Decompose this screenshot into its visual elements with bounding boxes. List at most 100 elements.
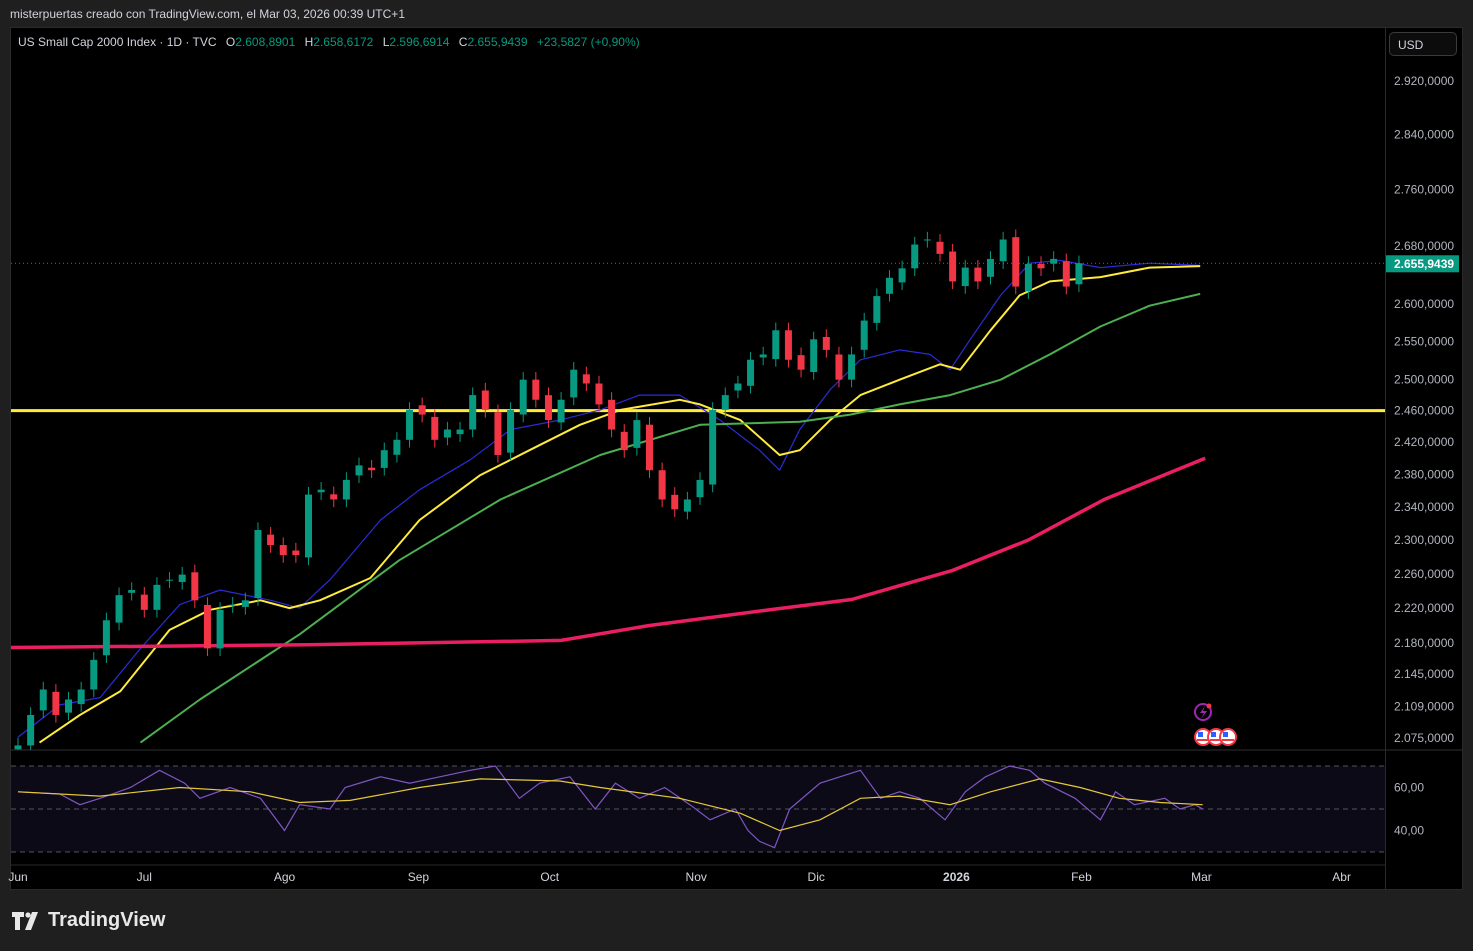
candle-body — [721, 395, 729, 410]
candle-body — [443, 429, 451, 438]
candle-body — [633, 420, 641, 448]
candle-body — [229, 604, 237, 606]
candle-body — [481, 390, 489, 410]
open-label: O — [225, 35, 236, 49]
candle-body — [923, 239, 931, 241]
open-value: 2.608,8901 — [235, 35, 296, 49]
candle-body — [595, 383, 603, 405]
close-value: 2.655,9439 — [467, 35, 528, 49]
candle-body — [292, 550, 300, 556]
time-axis-tick: Sep — [408, 870, 430, 884]
candle-body — [241, 600, 249, 607]
us-flag-canton-icon — [1198, 732, 1203, 737]
candle-body — [216, 609, 224, 649]
time-axis-tick: Dic — [808, 870, 825, 884]
ma-line-ma10 — [17, 259, 1201, 738]
candle-body — [418, 405, 426, 415]
candle-body — [254, 530, 262, 599]
price-axis-tick: 2.840,0000 — [1394, 127, 1454, 141]
price-axis-tick: 2.420,0000 — [1394, 435, 1454, 449]
candle-body — [330, 494, 338, 500]
candle-body — [557, 399, 565, 423]
candle-body — [860, 320, 868, 350]
candle-body — [191, 572, 199, 601]
time-axis-tick: Jul — [137, 870, 152, 884]
candle-body — [380, 450, 388, 468]
notification-dot-icon — [1206, 703, 1212, 709]
price-axis-tick: 2.760,0000 — [1394, 182, 1454, 196]
candle-body — [153, 584, 161, 610]
brand-name: TradingView — [48, 909, 166, 931]
time-axis-tick: Feb — [1071, 870, 1092, 884]
candle-body — [1075, 263, 1083, 285]
candle-body — [14, 745, 22, 750]
price-axis-tick: 2.300,0000 — [1394, 533, 1454, 547]
price-axis-tick: 2.500,0000 — [1394, 373, 1454, 387]
candle-body — [683, 499, 691, 512]
candle-body — [987, 258, 995, 277]
candle-body — [128, 589, 136, 593]
price-axis-tick: 2.220,0000 — [1394, 601, 1454, 615]
rsi-axis-tick: 40,00 — [1394, 824, 1424, 838]
candle-body — [961, 267, 969, 287]
main-pane — [11, 229, 1385, 750]
candle-body — [115, 595, 123, 623]
last-price-label: 2.655,9439 — [1394, 257, 1454, 271]
candle-body — [620, 431, 628, 451]
candle-body — [507, 409, 515, 453]
candle-body — [848, 354, 856, 380]
candle-body — [999, 239, 1007, 262]
candle-body — [406, 409, 414, 440]
time-axis-tick: Jun — [8, 870, 27, 884]
change-value: +23,5827 (+0,90%) — [536, 35, 640, 49]
tradingview-logo-icon — [12, 911, 38, 930]
candle-body — [27, 714, 35, 746]
currency-button[interactable]: USD — [1389, 32, 1457, 56]
candle-body — [469, 395, 477, 430]
candle-body — [734, 383, 742, 391]
candle-body — [835, 354, 843, 380]
candle-body — [368, 467, 376, 471]
candle-body — [494, 412, 502, 455]
candle-body — [797, 355, 805, 370]
candle-body — [772, 330, 780, 360]
candle-body — [759, 354, 767, 358]
candle-body — [696, 479, 704, 498]
candle-body — [898, 268, 906, 283]
candle-body — [203, 604, 211, 649]
price-axis-tick: 2.075,0000 — [1394, 731, 1454, 745]
candle-body — [178, 574, 186, 583]
candle-body — [873, 296, 881, 323]
candle-body — [279, 545, 287, 556]
candle-body — [267, 534, 275, 546]
price-axis-tick: 2.550,0000 — [1394, 335, 1454, 349]
price-axis-tick: 2.680,0000 — [1394, 239, 1454, 253]
time-axis-tick: Nov — [686, 870, 707, 884]
high-value: 2.658,6172 — [313, 35, 374, 49]
symbol-title[interactable]: US Small Cap 2000 Index · 1D · TVC — [18, 35, 217, 49]
candle-body — [90, 659, 98, 690]
price-axis-tick: 2.460,0000 — [1394, 404, 1454, 418]
price-axis-tick: 2.340,0000 — [1394, 500, 1454, 514]
candle-body — [671, 494, 679, 510]
candle-body — [342, 479, 350, 500]
candle-body — [393, 439, 401, 455]
rsi-axis-tick: 60,00 — [1394, 781, 1424, 795]
candle-body — [570, 369, 578, 398]
price-chart[interactable]: 60,00 40,00 2.920,0000 2.840,0000 2.760,0000… — [0, 0, 1473, 951]
us-flag-canton-icon — [1211, 732, 1216, 737]
tradingview-logo[interactable]: TradingView — [12, 909, 165, 932]
candle-body — [658, 470, 666, 500]
candle-body — [911, 244, 919, 269]
time-axis-tick: Mar — [1191, 870, 1212, 884]
price-axis-tick: 2.145,0000 — [1394, 667, 1454, 681]
candle-body — [355, 465, 363, 476]
high-label: H — [304, 35, 314, 49]
price-axis-tick: 2.920,0000 — [1394, 74, 1454, 88]
candle-body — [77, 689, 85, 705]
candle-body — [1037, 263, 1045, 269]
candle-body — [885, 277, 893, 294]
candle-body — [1062, 261, 1070, 287]
candle-body — [582, 374, 590, 384]
candle-body — [936, 241, 944, 254]
